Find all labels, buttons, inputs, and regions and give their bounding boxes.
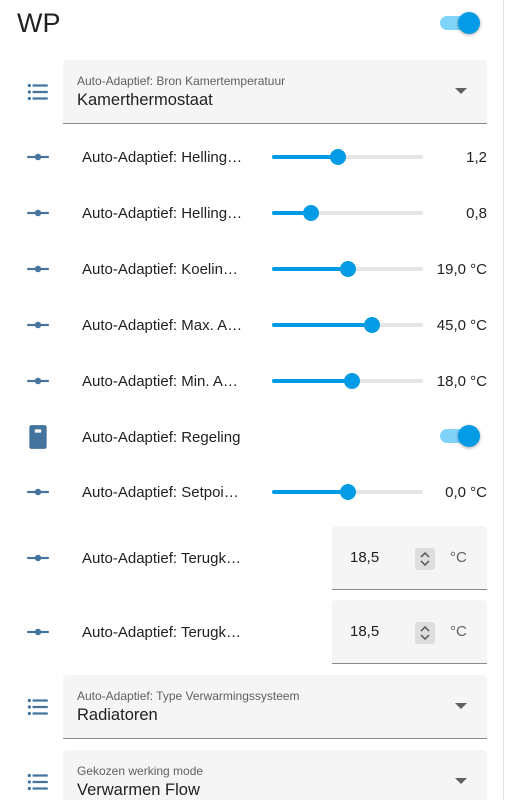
number-input-terugkoppeling-2[interactable]: 18,5 °C bbox=[332, 600, 487, 664]
number-label: Auto-Adaptief: Terugk… bbox=[82, 624, 241, 641]
slider-thumb[interactable] bbox=[344, 373, 361, 389]
slider-min-aanvoer[interactable] bbox=[272, 369, 423, 393]
dropdown-arrow-icon bbox=[455, 88, 467, 94]
slider-helling-2[interactable] bbox=[272, 201, 423, 225]
slider-icon bbox=[25, 479, 51, 505]
select-value: Radiatoren bbox=[77, 706, 158, 724]
list-icon bbox=[25, 769, 51, 795]
select-werking-mode[interactable]: Gekozen werking mode Verwarmen Flow bbox=[63, 750, 487, 800]
slider-value: 1,2 bbox=[466, 149, 487, 166]
slider-label: Auto-Adaptief: Min. A… bbox=[82, 373, 238, 390]
slider-label: Auto-Adaptief: Helling… bbox=[82, 205, 243, 222]
slider-label: Auto-Adaptief: Setpoi… bbox=[82, 484, 239, 501]
spinner-icon[interactable] bbox=[415, 548, 435, 570]
slider-value: 45,0 °C bbox=[436, 317, 487, 334]
slider-thumb[interactable] bbox=[339, 484, 356, 500]
slider-koeling[interactable] bbox=[272, 257, 423, 281]
slider-icon bbox=[25, 545, 51, 571]
slider-thumb[interactable] bbox=[330, 149, 347, 165]
number-value: 18,5 bbox=[350, 549, 380, 566]
list-icon bbox=[25, 79, 51, 105]
select-label: Auto-Adaptief: Bron Kamertemperatuur bbox=[77, 74, 286, 88]
page-title: WP bbox=[17, 8, 61, 38]
slider-thumb[interactable] bbox=[363, 317, 380, 333]
slider-value: 0,8 bbox=[466, 205, 487, 222]
select-value: Verwarmen Flow bbox=[77, 781, 200, 799]
switch-label: Auto-Adaptief: Regeling bbox=[82, 429, 241, 446]
slider-value: 18,0 °C bbox=[436, 373, 487, 390]
select-label: Auto-Adaptief: Type Verwarmingssysteem bbox=[77, 689, 300, 703]
main-toggle[interactable] bbox=[438, 10, 482, 36]
number-unit: °C bbox=[450, 549, 467, 566]
slider-label: Auto-Adaptief: Max. A… bbox=[82, 317, 243, 334]
slider-icon bbox=[25, 144, 51, 170]
number-value: 18,5 bbox=[350, 623, 380, 640]
slider-icon bbox=[25, 619, 51, 645]
slider-thumb[interactable] bbox=[303, 205, 320, 221]
slider-label: Auto-Adaptief: Koelin… bbox=[82, 261, 238, 278]
slider-max-aanvoer[interactable] bbox=[272, 313, 423, 337]
right-divider bbox=[503, 0, 504, 800]
slider-icon bbox=[25, 200, 51, 226]
light-switch-icon bbox=[25, 424, 51, 450]
slider-icon bbox=[25, 256, 51, 282]
slider-value: 19,0 °C bbox=[436, 261, 487, 278]
select-label: Gekozen werking mode bbox=[77, 764, 204, 778]
select-value: Kamerthermostaat bbox=[77, 91, 213, 109]
slider-thumb[interactable] bbox=[339, 261, 356, 277]
slider-helling-1[interactable] bbox=[272, 145, 423, 169]
slider-label: Auto-Adaptief: Helling… bbox=[82, 149, 243, 166]
select-type-verwarmingssysteem[interactable]: Auto-Adaptief: Type Verwarmingssysteem R… bbox=[63, 675, 487, 739]
slider-setpoint[interactable] bbox=[272, 480, 423, 504]
select-bron-kamertemperatuur[interactable]: Auto-Adaptief: Bron Kamertemperatuur Kam… bbox=[63, 60, 487, 124]
number-label: Auto-Adaptief: Terugk… bbox=[82, 550, 241, 567]
regeling-toggle[interactable] bbox=[438, 423, 482, 449]
dropdown-arrow-icon bbox=[455, 703, 467, 709]
slider-value: 0,0 °C bbox=[445, 484, 487, 501]
list-icon bbox=[25, 694, 51, 720]
slider-icon bbox=[25, 368, 51, 394]
slider-icon bbox=[25, 312, 51, 338]
number-unit: °C bbox=[450, 623, 467, 640]
spinner-icon[interactable] bbox=[415, 622, 435, 644]
number-input-terugkoppeling-1[interactable]: 18,5 °C bbox=[332, 526, 487, 590]
dropdown-arrow-icon bbox=[455, 778, 467, 784]
